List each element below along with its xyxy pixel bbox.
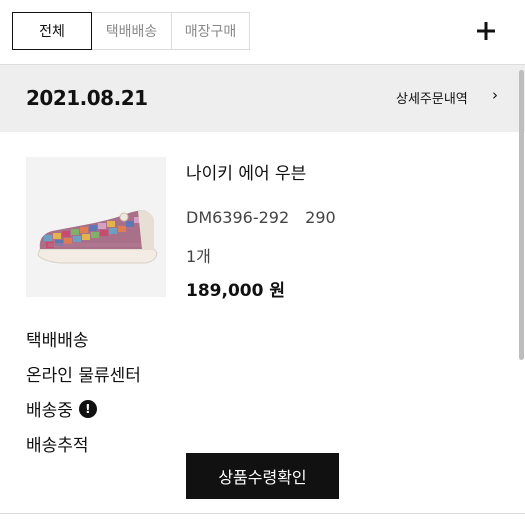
- tab-all[interactable]: 전체: [12, 12, 92, 50]
- product-quantity: 1개: [186, 247, 211, 266]
- product-code: DM6396-292: [186, 208, 290, 227]
- fulfillment-center: 온라인 물류센터: [26, 366, 141, 386]
- order-date-bar: 2021.08.21 상세주문내역 ›: [0, 64, 525, 132]
- product-name[interactable]: 나이키 에어 우븐: [186, 159, 306, 184]
- product-size: 290: [305, 208, 336, 227]
- shoe-image: [26, 157, 166, 297]
- shipping-status-label: 배송중: [26, 401, 73, 421]
- product-price: 189,000 원: [186, 281, 285, 301]
- scrollbar[interactable]: [519, 70, 524, 360]
- alert-icon[interactable]: !: [78, 399, 97, 418]
- confirm-receipt-button[interactable]: 상품수령확인: [186, 453, 339, 499]
- order-filter-bar: 전체 택배배송 매장구매: [0, 0, 525, 64]
- shipping-status: 배송중 !: [26, 396, 97, 421]
- tracking-link[interactable]: 배송추적: [26, 431, 89, 456]
- order-detail-link[interactable]: 상세주문내역: [396, 88, 468, 107]
- product-image[interactable]: [26, 157, 166, 297]
- product-code-size: DM6396-292 290: [186, 208, 336, 227]
- divider: [0, 513, 525, 514]
- shipping-method: 택배배송: [26, 331, 89, 351]
- tab-store-purchase[interactable]: 매장구매: [171, 12, 249, 50]
- chevron-right-icon[interactable]: ›: [492, 86, 498, 104]
- tab-delivery[interactable]: 택배배송: [92, 12, 171, 50]
- order-date: 2021.08.21: [26, 86, 148, 110]
- plus-icon: [477, 22, 495, 40]
- add-button[interactable]: [468, 12, 504, 50]
